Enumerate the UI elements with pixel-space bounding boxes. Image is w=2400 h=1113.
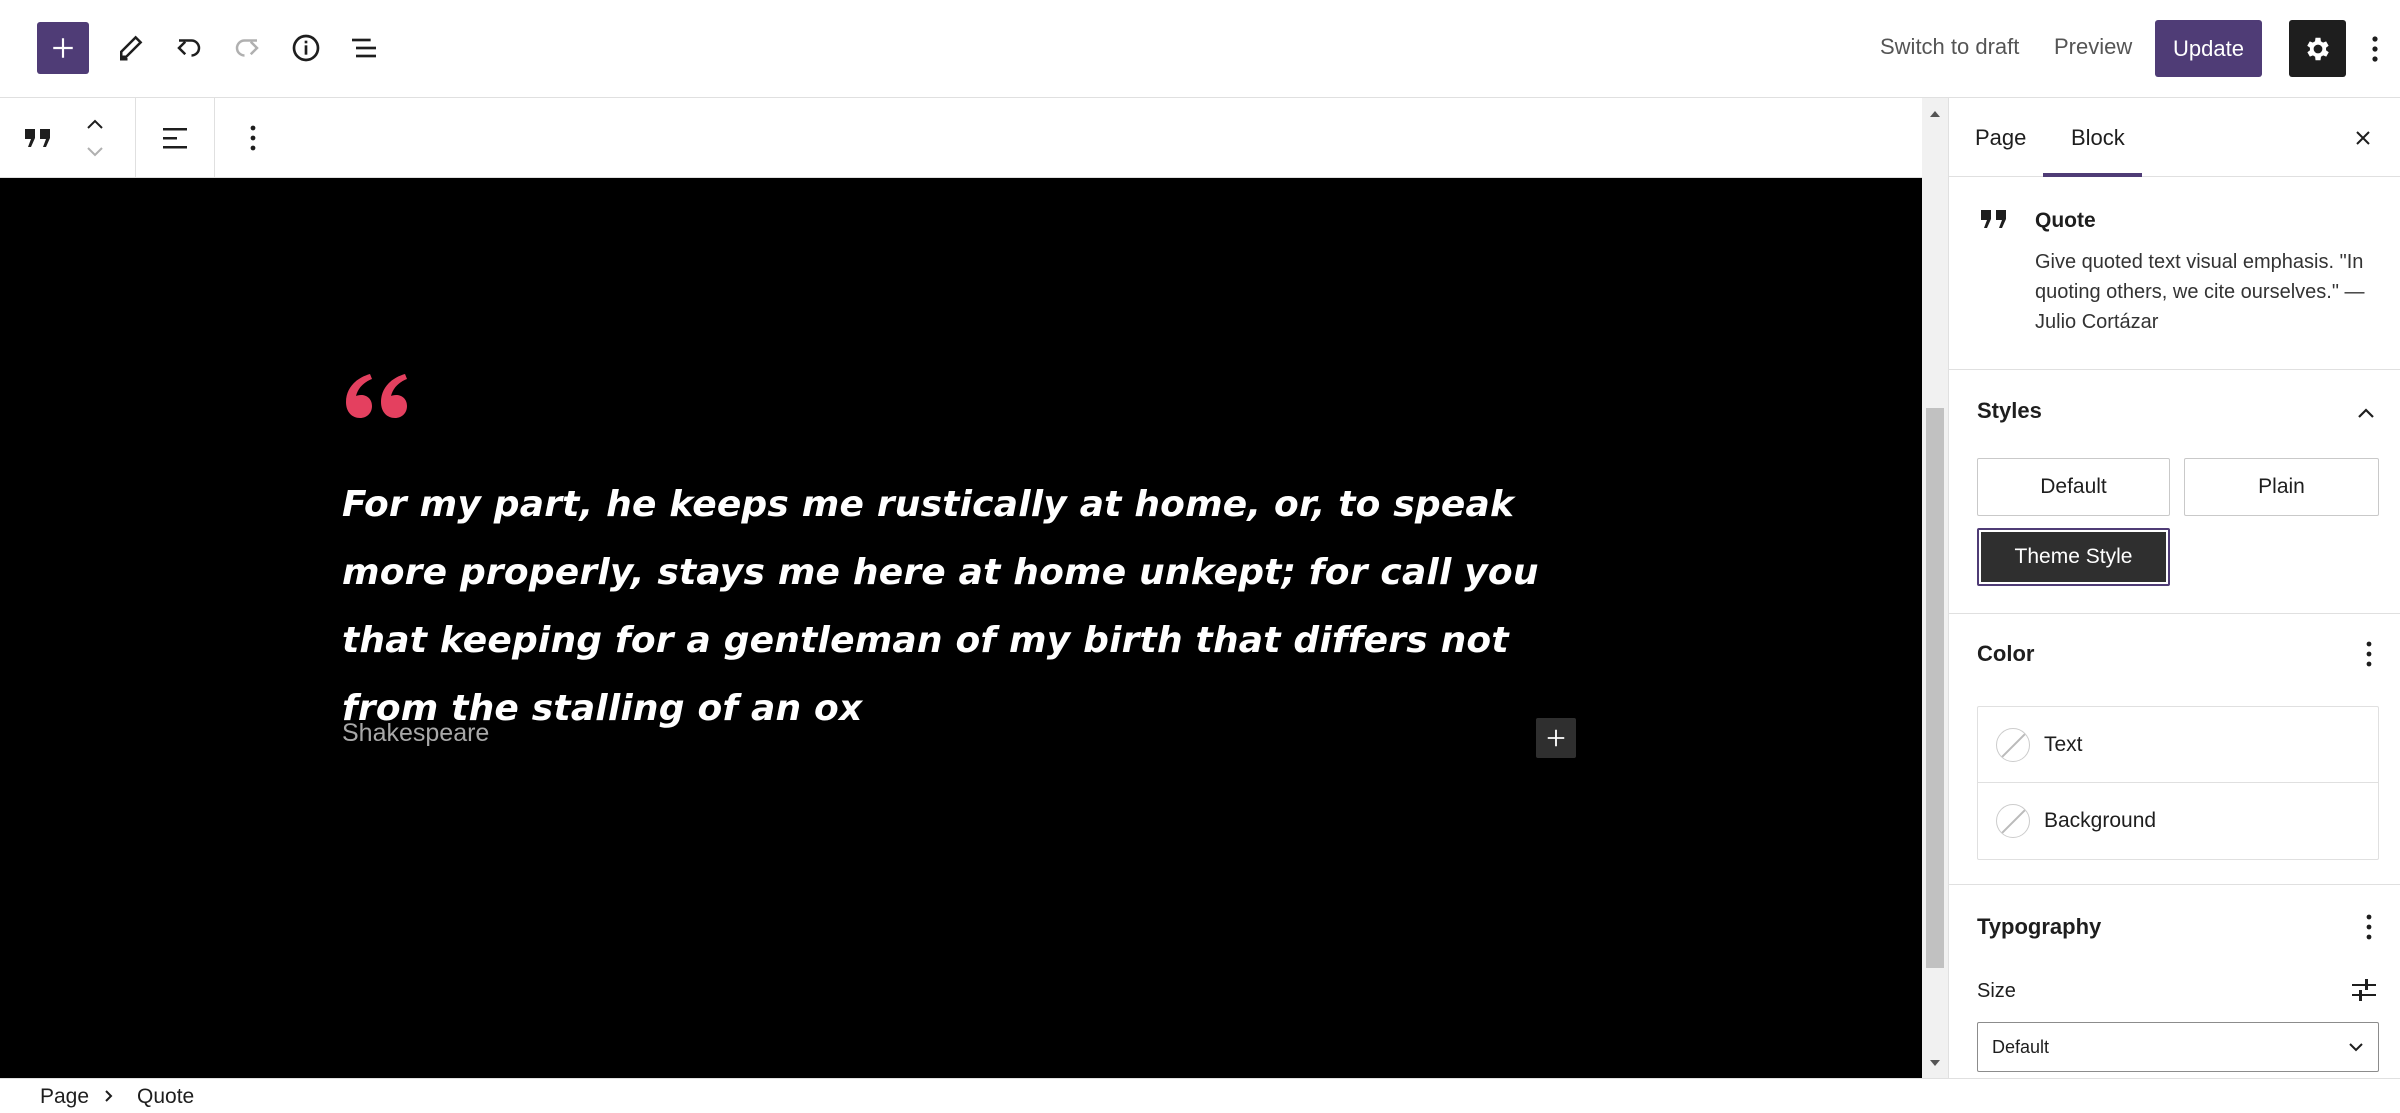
size-label: Size xyxy=(1977,980,2016,1002)
color-panel: Color Text Background xyxy=(1949,614,2400,885)
align-left-icon xyxy=(163,128,187,149)
update-button[interactable]: Update xyxy=(2155,20,2262,77)
toolbar-divider xyxy=(214,98,215,178)
tools-button[interactable] xyxy=(104,22,156,74)
breadcrumb-quote[interactable]: Quote xyxy=(137,1085,194,1109)
block-card-description: Give quoted text visual emphasis. "In qu… xyxy=(2035,251,2365,333)
align-button[interactable] xyxy=(155,118,195,158)
move-up-button[interactable] xyxy=(80,112,110,136)
vertical-ellipsis-icon xyxy=(2372,36,2378,62)
plus-icon xyxy=(53,38,73,58)
pencil-icon xyxy=(120,35,143,61)
settings-sliders-icon xyxy=(2352,979,2376,1001)
text-color-option[interactable]: Text xyxy=(1978,707,2378,783)
background-color-option[interactable]: Background xyxy=(1978,783,2378,859)
tab-page[interactable]: Page xyxy=(1975,125,2026,151)
info-icon xyxy=(292,34,320,62)
empty-swatch-icon xyxy=(1996,727,2030,762)
chevron-right-icon xyxy=(104,1089,114,1108)
styles-panel: Styles Default Plain Theme Style xyxy=(1949,370,2400,614)
style-plain-button[interactable]: Plain xyxy=(2184,458,2379,516)
scroll-up-arrow-icon[interactable] xyxy=(1922,104,1948,124)
redo-button[interactable] xyxy=(221,22,273,74)
color-options-button[interactable] xyxy=(2359,636,2379,672)
settings-button[interactable] xyxy=(2289,20,2346,77)
toolbar-divider xyxy=(135,98,136,178)
settings-sidebar: Page Block Quote Give quoted text visual… xyxy=(1948,98,2400,1078)
sidebar-tabs: Page Block xyxy=(1949,98,2400,177)
editor-header: Switch to draft Preview Update xyxy=(0,0,2400,98)
close-sidebar-button[interactable] xyxy=(2345,120,2381,156)
options-button[interactable] xyxy=(2362,28,2388,70)
vertical-ellipsis-icon xyxy=(250,125,256,151)
add-block-inline-button[interactable] xyxy=(1536,718,1576,758)
size-select-value: Default xyxy=(1992,1037,2050,1057)
list-view-icon xyxy=(352,38,376,58)
details-button[interactable] xyxy=(280,22,332,74)
move-down-button[interactable] xyxy=(80,140,110,164)
redo-icon xyxy=(235,39,259,57)
quote-citation[interactable]: Shakespeare xyxy=(342,719,489,748)
scroll-thumb[interactable] xyxy=(1926,408,1944,968)
block-options-button[interactable] xyxy=(238,118,268,158)
quote-icon xyxy=(1979,207,2009,236)
block-type-button[interactable] xyxy=(18,118,58,158)
styles-panel-title[interactable]: Styles xyxy=(1977,398,2042,424)
canvas-scrollbar[interactable] xyxy=(1922,98,1948,1078)
breadcrumb: Page Quote xyxy=(0,1078,2400,1113)
style-theme-button[interactable]: Theme Style xyxy=(1977,528,2170,586)
plus-icon xyxy=(1547,729,1565,747)
block-card-title: Quote xyxy=(2035,209,2096,232)
quote-text[interactable]: For my part, he keeps me rustically at h… xyxy=(342,471,1602,743)
style-default-button[interactable]: Default xyxy=(1977,458,2170,516)
undo-icon xyxy=(177,39,201,57)
chevron-down-icon xyxy=(87,147,103,157)
breadcrumb-page[interactable]: Page xyxy=(40,1085,89,1109)
size-select[interactable]: Default xyxy=(1977,1022,2379,1072)
switch-to-draft-button[interactable]: Switch to draft xyxy=(1880,34,2019,60)
quote-icon xyxy=(25,129,50,147)
chevron-up-icon xyxy=(2358,408,2374,418)
custom-size-button[interactable] xyxy=(2347,973,2381,1007)
add-block-button[interactable] xyxy=(37,22,89,74)
block-card: Quote Give quoted text visual emphasis. … xyxy=(1949,177,2400,370)
scroll-down-arrow-icon[interactable] xyxy=(1922,1053,1948,1073)
close-icon xyxy=(2356,131,2370,145)
typography-options-button[interactable] xyxy=(2359,909,2379,945)
typography-panel: Typography Size Default xyxy=(1949,885,2400,1078)
undo-button[interactable] xyxy=(163,22,215,74)
vertical-ellipsis-icon xyxy=(2366,641,2372,667)
gear-icon xyxy=(2306,37,2329,60)
editor-canvas: For my part, he keeps me rustically at h… xyxy=(0,178,1922,1078)
color-panel-title: Color xyxy=(1977,641,2035,666)
background-color-label: Background xyxy=(2044,809,2157,832)
color-options-group: Text Background xyxy=(1977,706,2379,860)
collapse-styles-button[interactable] xyxy=(2351,398,2381,428)
block-toolbar xyxy=(0,98,1922,178)
preview-button[interactable]: Preview xyxy=(2054,34,2132,60)
typography-panel-title: Typography xyxy=(1977,914,2102,939)
list-view-button[interactable] xyxy=(338,22,390,74)
vertical-ellipsis-icon xyxy=(2366,914,2372,940)
quote-mark-icon xyxy=(342,368,412,429)
text-color-label: Text xyxy=(2044,732,2083,756)
chevron-down-icon xyxy=(2349,1043,2363,1052)
tab-block[interactable]: Block xyxy=(2071,125,2125,151)
chevron-up-icon xyxy=(87,119,103,129)
empty-swatch-icon xyxy=(1996,804,2030,838)
